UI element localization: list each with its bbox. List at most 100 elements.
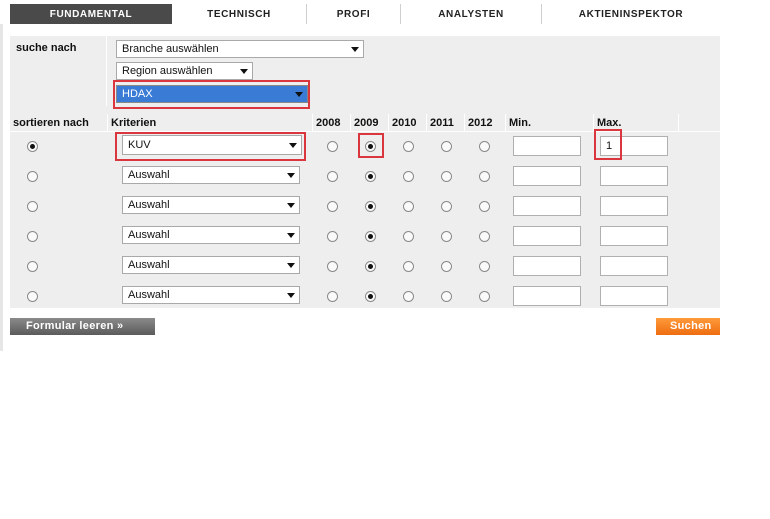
chevron-down-icon bbox=[287, 233, 295, 238]
year-radio-2012[interactable] bbox=[479, 141, 490, 152]
main-tab-bar: FUNDAMENTAL TECHNISCH PROFI ANALYSTEN AK… bbox=[10, 4, 720, 24]
sort-radio[interactable] bbox=[27, 201, 38, 212]
criteria-row-2: Auswahl bbox=[10, 162, 720, 192]
index-select[interactable]: HDAX bbox=[116, 85, 308, 103]
chevron-down-icon bbox=[240, 69, 248, 74]
year-radio-2008[interactable] bbox=[327, 141, 338, 152]
criteria-row-6: Auswahl bbox=[10, 282, 720, 312]
year-radio-2012[interactable] bbox=[479, 171, 490, 182]
year-radio-2008[interactable] bbox=[327, 201, 338, 212]
year-radio-2009[interactable] bbox=[365, 201, 376, 212]
sort-radio[interactable] bbox=[27, 141, 38, 152]
sort-radio[interactable] bbox=[27, 171, 38, 182]
min-input[interactable] bbox=[513, 196, 581, 216]
min-input[interactable] bbox=[513, 226, 581, 246]
max-input[interactable]: 1 bbox=[600, 136, 668, 156]
year-radio-2011[interactable] bbox=[441, 201, 452, 212]
region-select[interactable]: Region auswählen bbox=[116, 62, 253, 80]
left-border bbox=[0, 24, 3, 351]
year-radio-2008[interactable] bbox=[327, 231, 338, 242]
year-radio-2008[interactable] bbox=[327, 261, 338, 272]
year-radio-2009[interactable] bbox=[365, 171, 376, 182]
chevron-down-icon bbox=[295, 92, 303, 97]
chevron-down-icon bbox=[351, 47, 359, 52]
region-select-value: Region auswählen bbox=[122, 65, 213, 77]
screener-form-panel: suche nach Branche auswählen Region ausw… bbox=[10, 36, 720, 308]
year-radio-2011[interactable] bbox=[441, 231, 452, 242]
year-header-2009: 2009 bbox=[350, 114, 388, 132]
year-header-2010: 2010 bbox=[388, 114, 426, 132]
criteria-row-1: KUV 1 bbox=[10, 132, 720, 162]
chevron-down-icon bbox=[287, 293, 295, 298]
year-radio-2012[interactable] bbox=[479, 261, 490, 272]
max-input[interactable] bbox=[600, 286, 668, 306]
max-input[interactable] bbox=[600, 196, 668, 216]
criteria-header: Kriterien bbox=[107, 114, 309, 132]
sort-header: sortieren nach bbox=[13, 117, 89, 129]
criterion-select[interactable]: KUV bbox=[122, 135, 302, 155]
criterion-select[interactable]: Auswahl bbox=[122, 196, 300, 214]
criterion-select-value: Auswahl bbox=[128, 289, 170, 301]
chevron-down-icon bbox=[287, 263, 295, 268]
sort-radio[interactable] bbox=[27, 291, 38, 302]
min-header: Min. bbox=[505, 114, 591, 132]
year-radio-2010[interactable] bbox=[403, 141, 414, 152]
year-radio-2009[interactable] bbox=[365, 231, 376, 242]
criterion-select[interactable]: Auswahl bbox=[122, 226, 300, 244]
criterion-select[interactable]: Auswahl bbox=[122, 256, 300, 274]
criteria-row-4: Auswahl bbox=[10, 222, 720, 252]
criterion-select[interactable]: Auswahl bbox=[122, 286, 300, 304]
year-header-2011: 2011 bbox=[426, 114, 464, 132]
branch-select-value: Branche auswählen bbox=[122, 43, 219, 55]
branch-select[interactable]: Branche auswählen bbox=[116, 40, 364, 58]
year-radio-2011[interactable] bbox=[441, 291, 452, 302]
year-radio-2010[interactable] bbox=[403, 231, 414, 242]
year-radio-2010[interactable] bbox=[403, 201, 414, 212]
min-input[interactable] bbox=[513, 136, 581, 156]
search-button[interactable]: Suchen bbox=[656, 318, 720, 335]
index-select-value: HDAX bbox=[122, 88, 153, 100]
criterion-select[interactable]: Auswahl bbox=[122, 166, 300, 184]
tab-aktieninspektor[interactable]: AKTIENINSPEKTOR bbox=[542, 4, 720, 24]
chevron-down-icon bbox=[287, 203, 295, 208]
year-radio-2011[interactable] bbox=[441, 171, 452, 182]
sort-radio[interactable] bbox=[27, 231, 38, 242]
year-radio-2012[interactable] bbox=[479, 231, 490, 242]
year-radio-2008[interactable] bbox=[327, 291, 338, 302]
criteria-row-3: Auswahl bbox=[10, 192, 720, 222]
year-radio-2010[interactable] bbox=[403, 261, 414, 272]
clear-form-button[interactable]: Formular leeren » bbox=[10, 318, 155, 335]
search-by-label: suche nach bbox=[16, 42, 77, 54]
min-input[interactable] bbox=[513, 286, 581, 306]
criterion-select-value: Auswahl bbox=[128, 259, 170, 271]
chevron-down-icon bbox=[289, 143, 297, 148]
criterion-select-value: Auswahl bbox=[128, 199, 170, 211]
year-radio-2008[interactable] bbox=[327, 171, 338, 182]
max-input[interactable] bbox=[600, 256, 668, 276]
max-header: Max. bbox=[593, 114, 679, 132]
tab-technisch[interactable]: TECHNISCH bbox=[172, 4, 307, 24]
year-radio-2012[interactable] bbox=[479, 291, 490, 302]
criterion-select-value: Auswahl bbox=[128, 229, 170, 241]
year-radio-2012[interactable] bbox=[479, 201, 490, 212]
max-input[interactable] bbox=[600, 226, 668, 246]
tab-fundamental[interactable]: FUNDAMENTAL bbox=[10, 4, 172, 24]
year-radio-2010[interactable] bbox=[403, 171, 414, 182]
year-radio-2011[interactable] bbox=[441, 261, 452, 272]
year-radio-2009[interactable] bbox=[365, 141, 376, 152]
max-input[interactable] bbox=[600, 166, 668, 186]
year-radio-2009[interactable] bbox=[365, 291, 376, 302]
sort-radio[interactable] bbox=[27, 261, 38, 272]
year-radio-2009[interactable] bbox=[365, 261, 376, 272]
year-radio-2011[interactable] bbox=[441, 141, 452, 152]
year-header-2008: 2008 bbox=[312, 114, 350, 132]
year-radio-2010[interactable] bbox=[403, 291, 414, 302]
tab-analysten[interactable]: ANALYSTEN bbox=[401, 4, 542, 24]
criteria-row-5: Auswahl bbox=[10, 252, 720, 282]
min-input[interactable] bbox=[513, 256, 581, 276]
criterion-select-value: Auswahl bbox=[128, 169, 170, 181]
criterion-select-value: KUV bbox=[128, 139, 151, 151]
min-input[interactable] bbox=[513, 166, 581, 186]
chevron-down-icon bbox=[287, 173, 295, 178]
tab-profi[interactable]: PROFI bbox=[307, 4, 401, 24]
